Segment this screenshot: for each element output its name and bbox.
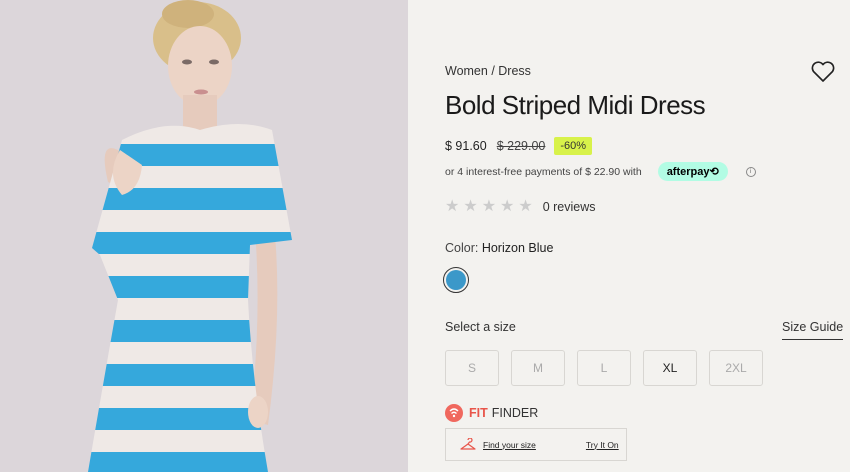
info-icon[interactable]: i <box>745 166 756 177</box>
star-icon: ★ <box>518 198 533 215</box>
fit-finder-brand-finder: FINDER <box>491 406 539 420</box>
color-label-row: Color: Horizon Blue <box>445 241 553 255</box>
swatch-fill <box>446 270 466 290</box>
model-illustration <box>0 0 408 472</box>
installments-text: or 4 interest-free payments of $ 22.90 w… <box>445 165 642 178</box>
breadcrumb[interactable]: Women / Dress <box>445 64 531 78</box>
color-swatch-horizon-blue[interactable] <box>443 267 469 293</box>
star-icon: ★ <box>463 198 478 215</box>
star-rating: ★ ★ ★ ★ ★ <box>445 199 533 215</box>
star-icon: ★ <box>481 198 497 215</box>
star-icon: ★ <box>500 198 515 215</box>
size-option-2xl[interactable]: 2XL <box>709 350 763 386</box>
rating-row: ★ ★ ★ ★ ★ 0 reviews <box>445 199 596 215</box>
discount-badge: -60% <box>554 137 593 155</box>
fit-finder-widget: Find your size Try It On <box>445 428 627 461</box>
color-value: Horizon Blue <box>481 241 554 255</box>
price-row: $ 91.60 $ 229.00 -60% <box>445 137 593 155</box>
afterpay-badge[interactable]: afterpay⟲ <box>657 162 728 181</box>
select-size-label: Select a size <box>445 320 516 334</box>
heart-icon <box>811 61 835 82</box>
size-option-s[interactable]: S <box>445 350 499 386</box>
original-price: $ 229.00 <box>496 139 546 153</box>
fit-finder-brand-fit: FIT <box>469 406 488 420</box>
product-image <box>0 0 408 472</box>
current-price: $ 91.60 <box>445 139 487 153</box>
installments-row: or 4 interest-free payments of $ 22.90 w… <box>445 162 765 181</box>
reviews-link[interactable]: 0 reviews <box>543 200 596 214</box>
fit-finder-header: FIT FINDER <box>445 404 538 422</box>
fit-finder-logo-icon <box>445 404 463 422</box>
size-guide-link[interactable]: Size Guide <box>782 320 844 340</box>
hanger-icon <box>460 437 476 450</box>
product-title: Bold Striped Midi Dress <box>445 90 706 120</box>
try-it-on-link[interactable]: Try It On <box>586 440 619 450</box>
product-details: Women / Dress Bold Striped Midi Dress $ … <box>443 0 850 472</box>
size-option-xl[interactable]: XL <box>643 350 697 386</box>
size-option-m[interactable]: M <box>511 350 565 386</box>
size-option-l[interactable]: L <box>577 350 631 386</box>
color-label: Color: <box>445 241 479 255</box>
wishlist-button[interactable] <box>810 60 836 84</box>
star-icon: ★ <box>445 198 460 215</box>
find-your-size-link[interactable]: Find your size <box>483 440 536 450</box>
size-options: S M L XL 2XL <box>445 350 763 386</box>
